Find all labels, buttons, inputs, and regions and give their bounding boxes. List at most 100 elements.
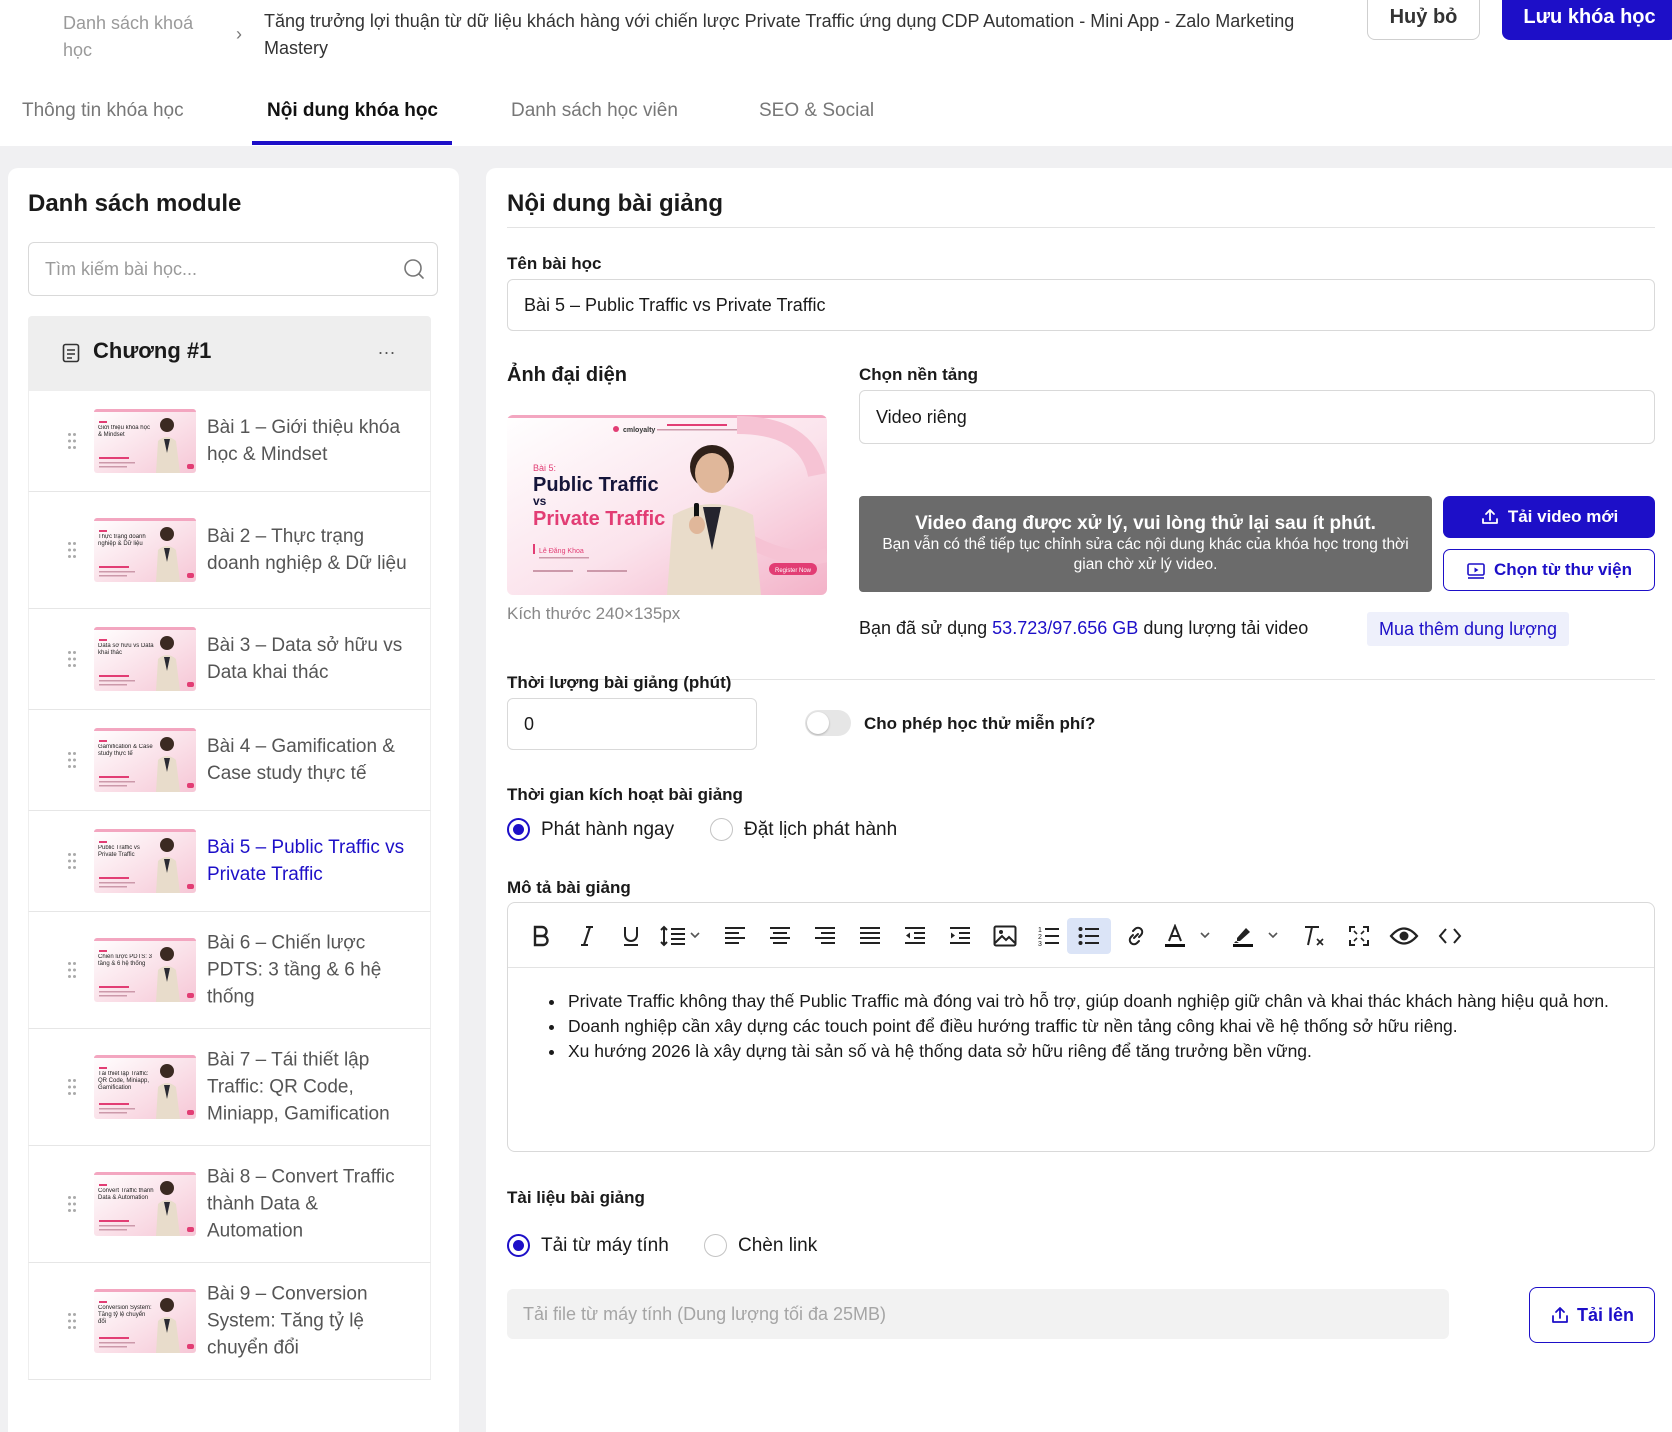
free-trial-label: Cho phép học thử miễn phí? xyxy=(864,714,1096,733)
drag-handle-icon[interactable] xyxy=(67,751,77,769)
schedule-publish-radio[interactable]: Đặt lịch phát hành xyxy=(710,818,897,841)
storage-usage: Bạn đã sử dụng 53.723/97.656 GB dung lượ… xyxy=(859,618,1308,639)
cancel-button[interactable]: Huỷ bỏ xyxy=(1367,0,1480,40)
lesson-item[interactable]: Tái thiết lập Traffic: QR Code, Miniapp,… xyxy=(28,1029,431,1146)
lesson-search-input[interactable] xyxy=(45,243,385,295)
lesson-item[interactable]: Convert Traffic thành Data & Automation … xyxy=(28,1146,431,1263)
cover-speaker: Lê Đăng Khoa xyxy=(539,548,584,555)
search-icon[interactable] xyxy=(403,258,425,280)
underline-icon[interactable] xyxy=(616,918,646,954)
tab-course-content[interactable]: Nội dung khóa học xyxy=(267,100,438,122)
upload-from-computer-radio[interactable]: Tải từ máy tính xyxy=(507,1234,669,1257)
platform-select[interactable]: Video riêng xyxy=(859,390,1655,444)
module-list-panel: Danh sách module Chương #1 ... Giới thiệ… xyxy=(8,168,459,1432)
radio-unchecked-icon xyxy=(704,1234,727,1257)
lesson-item[interactable]: Gamification & Case study thực tế Bài 4 … xyxy=(28,710,431,811)
fullscreen-icon[interactable] xyxy=(1344,918,1374,954)
line-height-icon[interactable] xyxy=(658,918,706,954)
description-content[interactable]: Private Traffic không thay thế Public Tr… xyxy=(548,989,1638,1064)
cover-lesson-number: Bài 5: xyxy=(533,463,556,473)
ordered-list-icon[interactable]: 123 xyxy=(1034,918,1064,954)
description-label: Mô tả bài giảng xyxy=(507,878,631,897)
clear-format-icon[interactable] xyxy=(1299,918,1329,954)
lesson-thumbnail-text: Tái thiết lập Traffic: QR Code, Miniapp,… xyxy=(98,1071,150,1091)
code-view-icon[interactable] xyxy=(1435,918,1465,954)
align-center-icon[interactable] xyxy=(765,918,795,954)
lesson-item[interactable]: Conversion System: Tăng tỷ lệ chuyển đổi… xyxy=(28,1263,431,1380)
lesson-title: Bài 3 – Data sở hữu vs Data khai thác xyxy=(207,635,403,683)
video-processing-notice: Video đang được xử lý, vui lòng thử lại … xyxy=(859,496,1432,592)
document-icon xyxy=(62,343,80,363)
buy-more-storage-button[interactable]: Mua thêm dung lượng xyxy=(1367,612,1569,646)
link-icon[interactable] xyxy=(1121,918,1151,954)
storage-used-value: 53.723/97.656 GB xyxy=(992,618,1139,638)
align-justify-icon[interactable] xyxy=(855,918,885,954)
cover-image[interactable]: cmloyalty Bài 5: Public Traffic vs Priva… xyxy=(507,415,827,595)
publish-now-radio[interactable]: Phát hành ngay xyxy=(507,818,674,841)
save-course-button[interactable]: Lưu khóa học xyxy=(1502,0,1672,40)
drag-handle-icon[interactable] xyxy=(67,852,77,870)
upload-icon xyxy=(1481,509,1498,524)
upload-file-button[interactable]: Tải lên xyxy=(1529,1287,1655,1343)
editor-toolbar: 123 xyxy=(508,903,1654,968)
platform-label: Chọn nền tảng xyxy=(859,365,978,384)
drag-handle-icon[interactable] xyxy=(67,541,77,559)
drag-handle-icon[interactable] xyxy=(67,1078,77,1096)
cover-size-hint: Kích thước 240×135px xyxy=(507,604,681,623)
schedule-publish-label: Đặt lịch phát hành xyxy=(744,818,898,840)
drag-handle-icon[interactable] xyxy=(67,1312,77,1330)
lesson-thumbnail: Public Traffic vs Private Traffic xyxy=(94,829,196,893)
drag-handle-icon[interactable] xyxy=(67,961,77,979)
active-tab-indicator xyxy=(252,141,452,145)
tab-student-list[interactable]: Danh sách học viên xyxy=(511,100,678,122)
lesson-title: Bài 7 – Tái thiết lập Traffic: QR Code, … xyxy=(207,1049,390,1125)
bullet-list-icon[interactable] xyxy=(1067,918,1111,954)
duration-input[interactable]: 0 xyxy=(507,698,757,750)
breadcrumb-separator-icon: › xyxy=(236,24,242,44)
insert-link-radio[interactable]: Chèn link xyxy=(704,1234,817,1257)
align-right-icon[interactable] xyxy=(810,918,840,954)
lesson-content-panel: Nội dung bài giảng Tên bài học Bài 5 – P… xyxy=(486,168,1672,1432)
choose-from-library-button[interactable]: Chọn từ thư viện xyxy=(1443,549,1655,591)
lesson-thumbnail: Conversion System: Tăng tỷ lệ chuyển đổi xyxy=(94,1289,196,1353)
align-left-icon[interactable] xyxy=(720,918,750,954)
lesson-thumbnail: Tái thiết lập Traffic: QR Code, Miniapp,… xyxy=(94,1055,196,1119)
lesson-thumbnail: Giới thiệu khóa học & Mindset xyxy=(94,409,196,473)
storage-prefix: Bạn đã sử dụng xyxy=(859,618,988,638)
lesson-item[interactable]: Thực trạng doanh nghiệp & Dữ liệu Bài 2 … xyxy=(28,492,431,609)
breadcrumb-current: Tăng trưởng lợi thuận từ dữ liệu khách h… xyxy=(264,11,1295,58)
upload-new-video-label: Tải video mới xyxy=(1507,507,1619,526)
lesson-item[interactable]: Giới thiệu khóa học & Mindset Bài 1 – Gi… xyxy=(28,391,431,492)
module-list-title: Danh sách module xyxy=(28,190,242,217)
lesson-thumbnail: Chiến lược PDTS: 3 tầng & 6 hệ thống xyxy=(94,938,196,1002)
lesson-title: Bài 1 – Giới thiệu khóa học & Mindset xyxy=(207,417,401,465)
lesson-item[interactable]: Public Traffic vs Private Traffic Bài 5 … xyxy=(28,811,431,912)
image-icon[interactable] xyxy=(989,918,1021,954)
upload-new-video-button[interactable]: Tải video mới xyxy=(1443,496,1655,538)
indent-icon[interactable] xyxy=(945,918,975,954)
preview-icon[interactable] xyxy=(1387,918,1421,954)
tab-course-info[interactable]: Thông tin khóa học xyxy=(22,100,184,122)
lesson-name-input[interactable]: Bài 5 – Public Traffic vs Private Traffi… xyxy=(507,279,1655,331)
drag-handle-icon[interactable] xyxy=(67,432,77,450)
outdent-icon[interactable] xyxy=(900,918,930,954)
free-trial-toggle[interactable] xyxy=(805,710,851,736)
drag-handle-icon[interactable] xyxy=(67,1195,77,1213)
upload-icon xyxy=(1552,1307,1568,1323)
lesson-item[interactable]: Data sở hữu vs Data khai thác Bài 3 – Da… xyxy=(28,609,431,710)
file-upload-field[interactable]: Tải file từ máy tính (Dung lượng tối đa … xyxy=(507,1289,1449,1339)
cover-title-line3: Private Traffic xyxy=(533,508,665,530)
lesson-item[interactable]: Chiến lược PDTS: 3 tầng & 6 hệ thống Bài… xyxy=(28,912,431,1029)
lesson-thumbnail: Data sở hữu vs Data khai thác xyxy=(94,627,196,691)
breadcrumb-parent-link[interactable]: Danh sách khoá học xyxy=(63,10,213,64)
highlight-icon[interactable] xyxy=(1231,918,1287,954)
lesson-thumbnail-text: Chiến lược PDTS: 3 tầng & 6 hệ thống xyxy=(98,954,152,967)
italic-icon[interactable] xyxy=(572,918,602,954)
bold-icon[interactable] xyxy=(526,918,556,954)
drag-handle-icon[interactable] xyxy=(67,650,77,668)
chapter-more-menu-icon[interactable]: ... xyxy=(378,338,396,359)
font-color-icon[interactable] xyxy=(1163,918,1219,954)
toggle-knob xyxy=(807,712,829,734)
tab-seo-social[interactable]: SEO & Social xyxy=(759,100,874,122)
chapter-header[interactable]: Chương #1 ... xyxy=(28,316,431,391)
